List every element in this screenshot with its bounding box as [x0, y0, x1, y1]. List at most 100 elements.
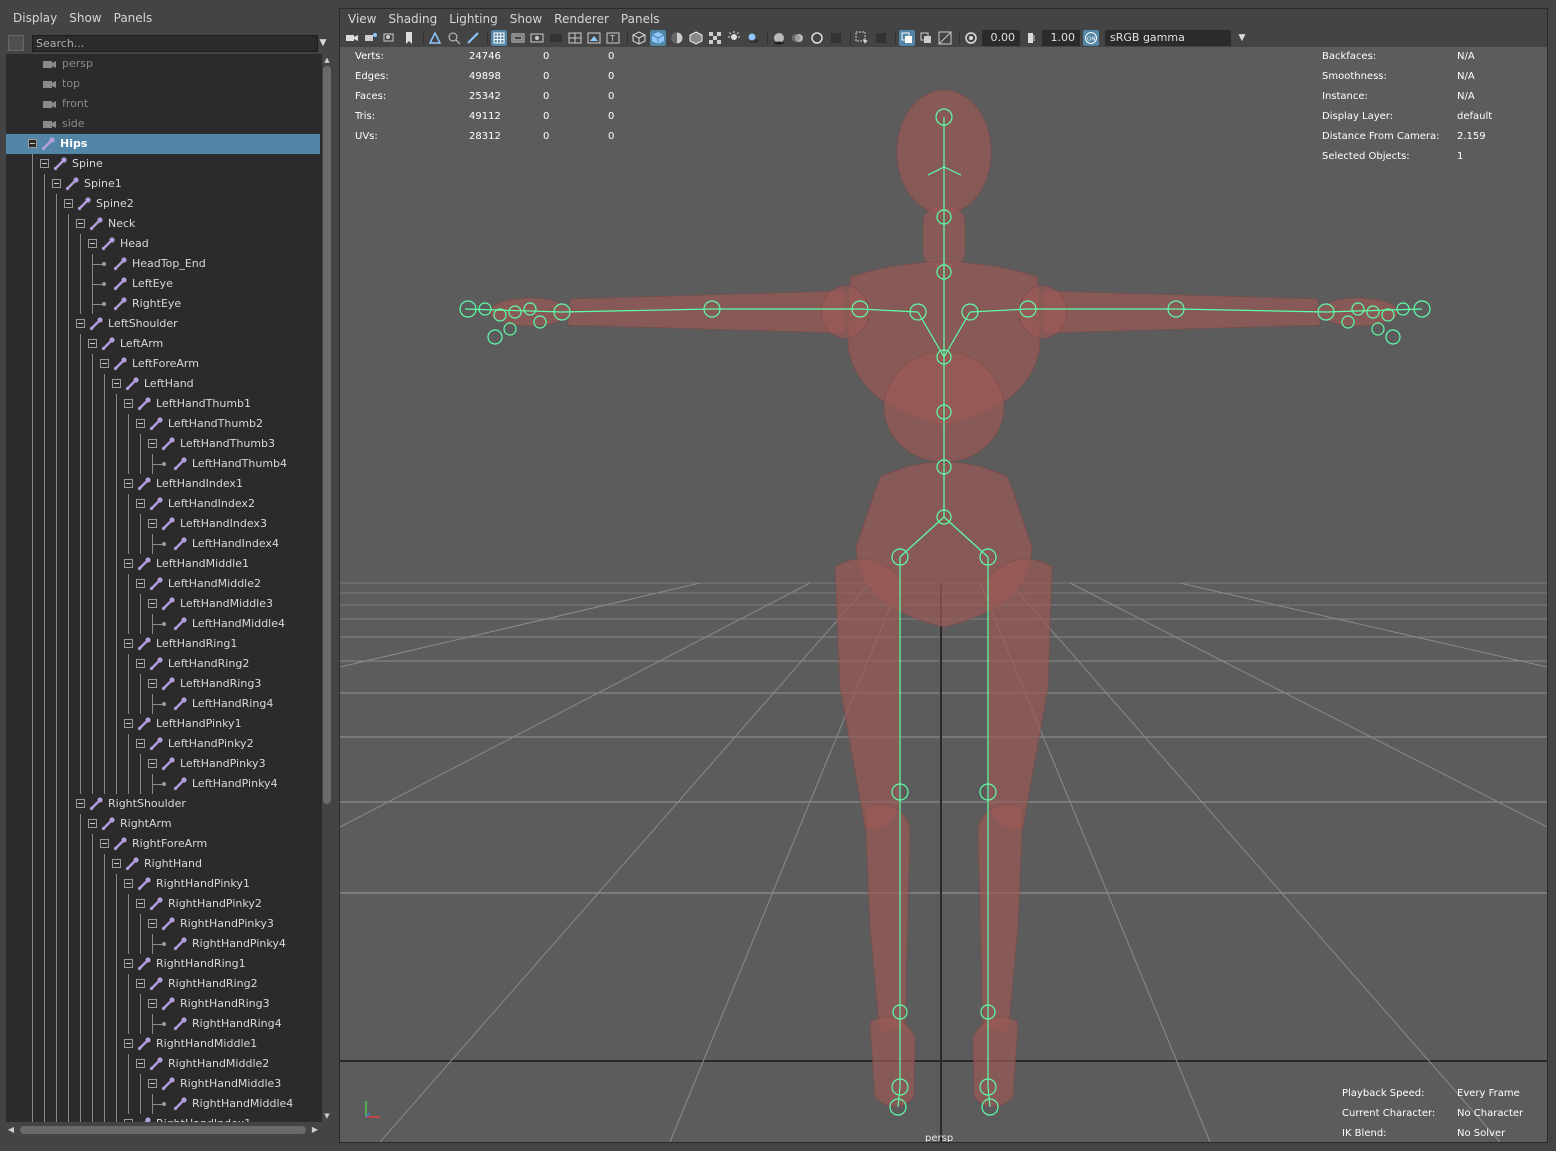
collapse-toggle-icon[interactable]	[124, 959, 133, 968]
film-gate-icon[interactable]	[510, 30, 526, 46]
outliner-joint-item[interactable]: RightHandMiddle3	[6, 1074, 320, 1094]
resolution-gate-icon[interactable]	[529, 30, 545, 46]
bookmark-icon[interactable]	[401, 30, 417, 46]
outliner-joint-item[interactable]: RightHandMiddle4	[6, 1094, 320, 1114]
xray-joints-icon[interactable]	[899, 30, 915, 46]
outliner-joint-item[interactable]: LeftHandMiddle1	[6, 554, 320, 574]
collapse-toggle-icon[interactable]	[124, 1119, 133, 1122]
collapse-toggle-icon[interactable]	[76, 319, 85, 328]
outliner-joint-item[interactable]: LeftHandPinky1	[6, 714, 320, 734]
anti-aliasing-icon[interactable]	[809, 30, 825, 46]
collapse-toggle-icon[interactable]	[76, 219, 85, 228]
select-camera-icon[interactable]	[344, 30, 360, 46]
outliner-joint-item[interactable]: LeftEye	[6, 274, 320, 294]
view-transform-chevron-down-icon[interactable]: ▼	[1234, 30, 1250, 46]
outliner-joint-item[interactable]: LeftHandRing4	[6, 694, 320, 714]
scroll-right-arrow-icon[interactable]: ▶	[310, 1124, 320, 1136]
viewport-menu-show[interactable]: Show	[504, 12, 548, 26]
scroll-left-arrow-icon[interactable]: ◀	[6, 1124, 16, 1136]
image-plane-icon[interactable]	[427, 30, 443, 46]
collapse-toggle-icon[interactable]	[136, 579, 145, 588]
collapse-toggle-icon[interactable]	[148, 1079, 157, 1088]
field-chart-icon[interactable]	[567, 30, 583, 46]
collapse-toggle-icon[interactable]	[124, 479, 133, 488]
outliner-joint-item[interactable]: Spine	[6, 154, 320, 174]
collapse-toggle-icon[interactable]	[124, 719, 133, 728]
outliner-menu-panels[interactable]: Panels	[108, 11, 159, 25]
outliner-joint-item[interactable]: LeftHandMiddle3	[6, 594, 320, 614]
isolate-select-icon[interactable]	[854, 30, 870, 46]
outliner-joint-item[interactable]: LeftHandRing1	[6, 634, 320, 654]
filter-icon[interactable]	[8, 35, 24, 51]
outliner-joint-item[interactable]: LeftHand	[6, 374, 320, 394]
scroll-up-arrow-icon[interactable]: ▲	[322, 56, 332, 64]
collapse-toggle-icon[interactable]	[112, 379, 121, 388]
collapse-toggle-icon[interactable]	[148, 439, 157, 448]
outliner-joint-item[interactable]: RightHand	[6, 854, 320, 874]
collapse-toggle-icon[interactable]	[124, 879, 133, 888]
gate-mask-icon[interactable]	[548, 30, 564, 46]
smooth-shade-icon[interactable]	[650, 30, 666, 46]
collapse-toggle-icon[interactable]	[100, 839, 109, 848]
depth-of-field-icon[interactable]	[828, 30, 844, 46]
grease-pencil-icon[interactable]	[465, 30, 481, 46]
collapse-toggle-icon[interactable]	[76, 799, 85, 808]
outliner-joint-item[interactable]: RightShoulder	[6, 794, 320, 814]
collapse-toggle-icon[interactable]	[136, 659, 145, 668]
safe-action-icon[interactable]	[586, 30, 602, 46]
ambient-occlusion-icon[interactable]	[771, 30, 787, 46]
2d-pan-zoom-icon[interactable]	[446, 30, 462, 46]
collapse-toggle-icon[interactable]	[88, 819, 97, 828]
collapse-toggle-icon[interactable]	[136, 1059, 145, 1068]
outliner-joint-item[interactable]: RightHandRing2	[6, 974, 320, 994]
outliner-joint-item[interactable]: LeftHandMiddle4	[6, 614, 320, 634]
outliner-joint-item[interactable]: LeftHandThumb2	[6, 414, 320, 434]
collapse-toggle-icon[interactable]	[88, 339, 97, 348]
shadows-icon[interactable]	[745, 30, 761, 46]
outliner-vertical-scrollbar[interactable]: ▲ ▼	[322, 54, 332, 1122]
outliner-joint-item[interactable]: HeadTop_End	[6, 254, 320, 274]
safe-title-icon[interactable]: T	[605, 30, 621, 46]
outliner-joint-item[interactable]: Spine1	[6, 174, 320, 194]
collapse-toggle-icon[interactable]	[64, 199, 73, 208]
xray-components-icon[interactable]	[918, 30, 934, 46]
outliner-joint-item[interactable]: LeftHandIndex3	[6, 514, 320, 534]
collapse-toggle-icon[interactable]	[136, 499, 145, 508]
gamma-field[interactable]: 1.00	[1042, 30, 1080, 46]
outliner-camera-item[interactable]: front	[6, 94, 320, 114]
collapse-toggle-icon[interactable]	[40, 159, 49, 168]
outliner-joint-item[interactable]: LeftHandThumb3	[6, 434, 320, 454]
outliner-camera-item[interactable]: persp	[6, 54, 320, 74]
outliner-joint-item[interactable]: Hips	[6, 134, 320, 154]
collapse-toggle-icon[interactable]	[148, 679, 157, 688]
exposure-icon[interactable]	[963, 30, 979, 46]
exposure-field[interactable]: 0.00	[982, 30, 1020, 46]
outliner-joint-item[interactable]: RightHandRing4	[6, 1014, 320, 1034]
vertical-scroll-thumb[interactable]	[323, 66, 331, 804]
viewport-menu-shading[interactable]: Shading	[382, 12, 443, 26]
collapse-toggle-icon[interactable]	[124, 1039, 133, 1048]
viewport-menu-view[interactable]: View	[340, 12, 382, 26]
outliner-joint-item[interactable]: Spine2	[6, 194, 320, 214]
collapse-toggle-icon[interactable]	[136, 739, 145, 748]
outliner-joint-item[interactable]: RightHandRing1	[6, 954, 320, 974]
outliner-joint-item[interactable]: RightForeArm	[6, 834, 320, 854]
outliner-search-input[interactable]	[32, 34, 318, 52]
grid-icon[interactable]	[491, 30, 507, 46]
outliner-joint-item[interactable]: RightArm	[6, 814, 320, 834]
outliner-camera-item[interactable]: top	[6, 74, 320, 94]
search-options-chevron-down-icon[interactable]: ▼	[316, 36, 330, 50]
outliner-joint-item[interactable]: LeftHandIndex4	[6, 534, 320, 554]
collapse-toggle-icon[interactable]	[148, 519, 157, 528]
xray-mode-icon[interactable]	[873, 30, 889, 46]
outliner-camera-item[interactable]: side	[6, 114, 320, 134]
motion-blur-icon[interactable]	[790, 30, 806, 46]
outliner-joint-item[interactable]: Neck	[6, 214, 320, 234]
backface-culling-icon[interactable]	[937, 30, 953, 46]
outliner-joint-item[interactable]: LeftShoulder	[6, 314, 320, 334]
outliner-joint-item[interactable]: RightHandMiddle1	[6, 1034, 320, 1054]
outliner-joint-item[interactable]: RightHandPinky2	[6, 894, 320, 914]
wireframe-on-shaded-icon[interactable]	[688, 30, 704, 46]
outliner-joint-item[interactable]: LeftHandPinky3	[6, 754, 320, 774]
outliner-menu-show[interactable]: Show	[63, 11, 107, 25]
